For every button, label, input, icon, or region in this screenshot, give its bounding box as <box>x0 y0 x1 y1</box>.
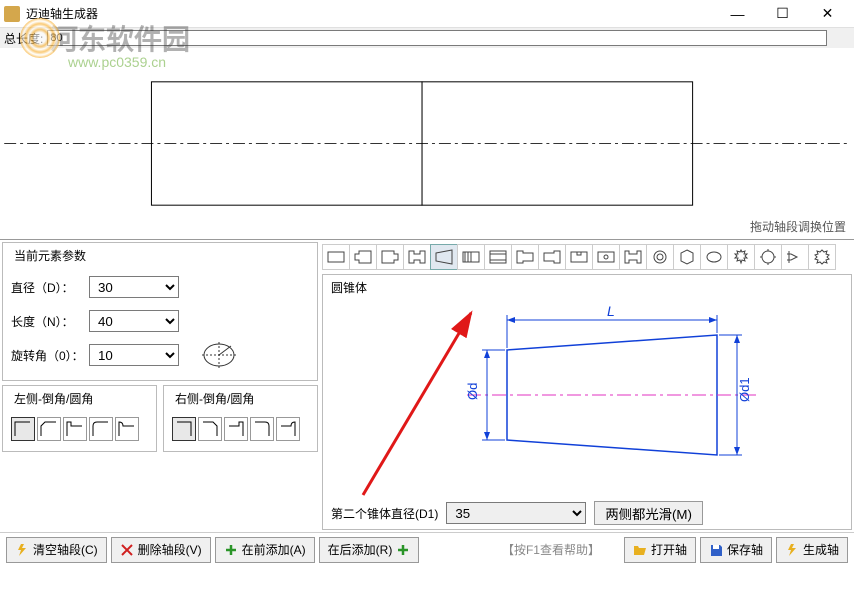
shape-keyway[interactable] <box>565 244 593 270</box>
rotation-label: 旋转角（0）： <box>11 347 89 364</box>
left-chamfer-4[interactable] <box>115 417 139 441</box>
footer-toolbar: 清空轴段(C) 删除轴段(V) 在前添加(A) 在后添加(R) 【按F1查看帮助… <box>0 532 854 566</box>
add-before-button[interactable]: 在前添加(A) <box>215 537 315 563</box>
open-shaft-button[interactable]: 打开轴 <box>624 537 696 563</box>
lightning-icon <box>785 543 799 557</box>
annotation-arrow-icon <box>353 305 483 505</box>
left-chamfer-3[interactable] <box>89 417 113 441</box>
folder-open-icon <box>633 543 647 557</box>
preview-hint: 拖动轴段调换位置 <box>750 218 846 235</box>
shape-hex-a[interactable] <box>511 244 539 270</box>
minimize-button[interactable]: — <box>715 1 760 27</box>
lightning-icon <box>15 543 29 557</box>
save-shaft-button[interactable]: 保存轴 <box>700 537 772 563</box>
right-chamfer-1[interactable] <box>198 417 222 441</box>
shape-gear-c[interactable] <box>808 244 836 270</box>
right-chamfer-4[interactable] <box>276 417 300 441</box>
maximize-button[interactable]: ☐ <box>760 1 805 27</box>
shape-hole[interactable] <box>592 244 620 270</box>
left-chamfer-title: 左侧-倒角/圆角 <box>11 390 96 407</box>
plus-icon <box>396 543 410 557</box>
right-chamfer-none[interactable] <box>172 417 196 441</box>
watermark: 河东软件园 www.pc0359.cn <box>20 18 190 70</box>
shape-ellipse[interactable] <box>700 244 728 270</box>
help-hint: 【按F1查看帮助】 <box>502 541 600 558</box>
close-button[interactable]: ✕ <box>805 1 850 27</box>
left-chamfer-fieldset: 左侧-倒角/圆角 <box>2 385 157 452</box>
shape-detail-panel: 圆锥体 <box>322 274 852 530</box>
rotation-combo[interactable]: 10 <box>89 344 179 366</box>
length-combo[interactable]: 40 <box>89 310 179 332</box>
shape-step-left[interactable] <box>349 244 377 270</box>
save-icon <box>709 543 723 557</box>
shape-name-label: 圆锥体 <box>331 279 843 296</box>
right-chamfer-2[interactable] <box>224 417 248 441</box>
shape-thread-int[interactable] <box>484 244 512 270</box>
shape-toolbar <box>322 242 852 274</box>
delete-segment-button[interactable]: 删除轴段(V) <box>111 537 211 563</box>
shape-hex-b[interactable] <box>538 244 566 270</box>
right-chamfer-title: 右侧-倒角/圆角 <box>172 390 257 407</box>
watermark-logo-icon <box>20 18 60 58</box>
plus-icon <box>224 543 238 557</box>
left-chamfer-1[interactable] <box>37 417 61 441</box>
shape-gear-b[interactable] <box>754 244 782 270</box>
delete-icon <box>120 543 134 557</box>
clear-segments-button[interactable]: 清空轴段(C) <box>6 537 107 563</box>
shape-cylinder[interactable] <box>322 244 350 270</box>
generate-shaft-button[interactable]: 生成轴 <box>776 537 848 563</box>
shape-polygon[interactable] <box>673 244 701 270</box>
add-after-button[interactable]: 在后添加(R) <box>319 537 420 563</box>
d1-label: 第二个锥体直径(D1) <box>331 505 438 522</box>
shape-ring[interactable] <box>646 244 674 270</box>
shaft-preview[interactable]: 拖动轴段调换位置 <box>0 48 854 240</box>
svg-text:L: L <box>607 303 615 319</box>
params-title: 当前元素参数 <box>11 247 89 264</box>
shape-step-right[interactable] <box>376 244 404 270</box>
diameter-label: 直径（D）： <box>11 279 89 296</box>
left-chamfer-none[interactable] <box>11 417 35 441</box>
shape-spline[interactable] <box>619 244 647 270</box>
shape-groove[interactable] <box>403 244 431 270</box>
shape-gear-a[interactable] <box>727 244 755 270</box>
diameter-combo[interactable]: 30 <box>89 276 179 298</box>
shape-flange[interactable] <box>781 244 809 270</box>
shape-thread-ext[interactable] <box>457 244 485 270</box>
app-icon <box>4 6 20 22</box>
length-label: 长度（N）： <box>11 313 89 330</box>
right-chamfer-fieldset: 右侧-倒角/圆角 <box>163 385 318 452</box>
params-fieldset: 当前元素参数 直径（D）： 30 长度（N）： 40 旋转角（0）： 10 <box>2 242 318 381</box>
d1-combo[interactable]: 35 <box>446 502 586 524</box>
left-chamfer-2[interactable] <box>63 417 87 441</box>
shape-cone[interactable] <box>430 244 458 270</box>
rotation-sketch-icon <box>199 340 239 370</box>
right-chamfer-3[interactable] <box>250 417 274 441</box>
svg-text:Ød1: Ød1 <box>737 377 752 402</box>
smooth-both-button[interactable]: 两侧都光滑(M) <box>594 501 703 525</box>
